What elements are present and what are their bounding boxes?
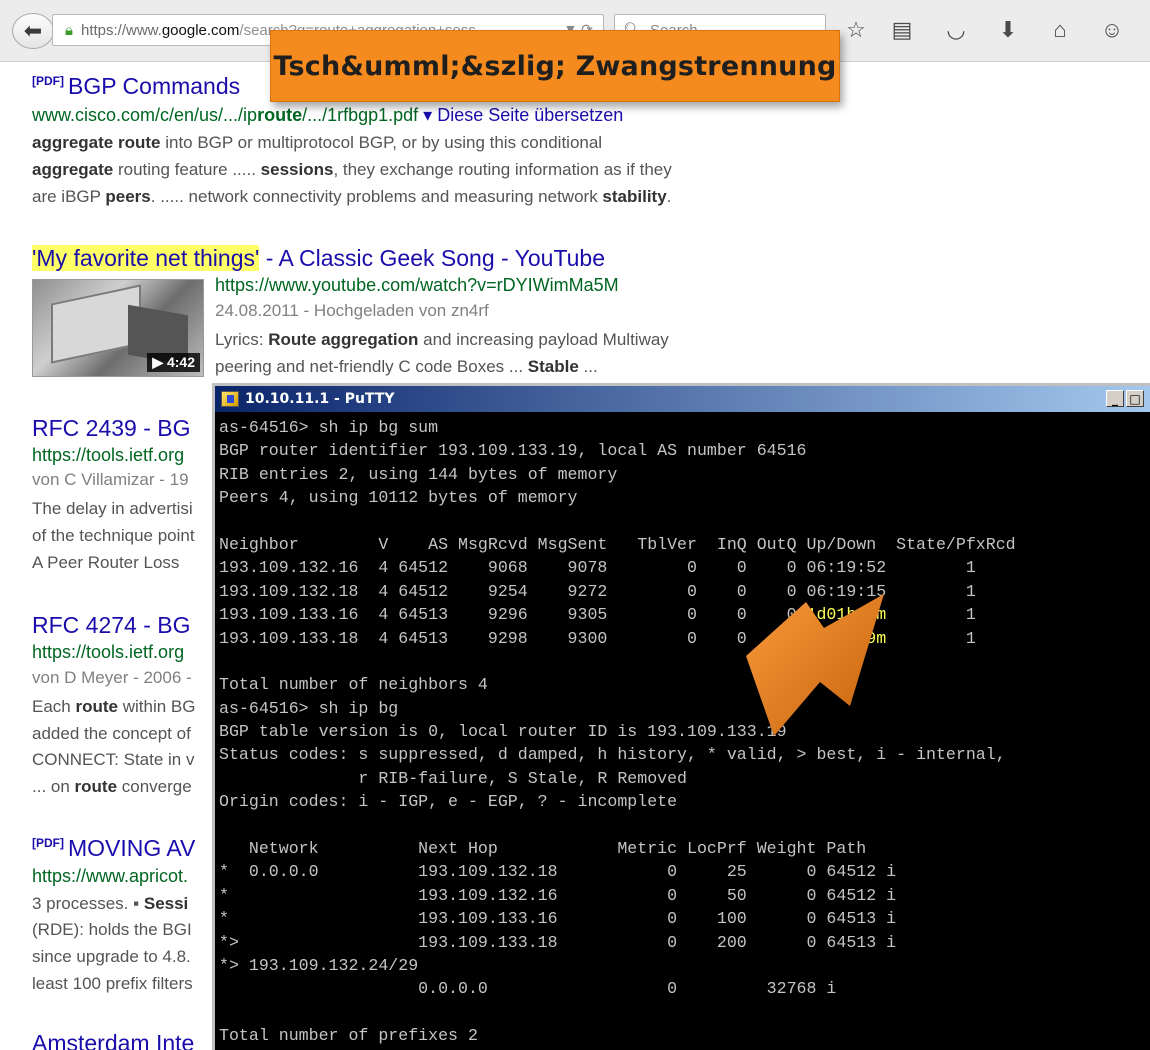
result-title-rfc4274[interactable]: RFC 4274 - BG bbox=[32, 612, 191, 639]
download-icon[interactable]: ⬇ bbox=[994, 16, 1022, 44]
result-snippet: are iBGP peers. ..... network connectivi… bbox=[32, 187, 672, 206]
orange-arrow-icon bbox=[746, 594, 884, 736]
lock-icon: 🔒︎ bbox=[65, 21, 73, 39]
terminal-line: Total number of prefixes 2 bbox=[219, 1026, 478, 1046]
result-title-moving[interactable]: [PDF] MOVING AV bbox=[32, 835, 195, 862]
putty-title-text: 10.10.11.1 - PuTTY bbox=[245, 391, 395, 407]
putty-titlebar[interactable]: 10.10.11.1 - PuTTY _ □ bbox=[215, 386, 1150, 412]
result-snippet: since upgrade to 4.8. bbox=[32, 947, 191, 966]
result-snippet: least 100 prefix filters bbox=[32, 974, 193, 993]
video-thumbnail[interactable]: ▶ 4:42 bbox=[32, 279, 204, 377]
terminal-line: Total number of neighbors 4 bbox=[219, 675, 488, 695]
terminal-line: as-64516> sh ip bg sum bbox=[219, 418, 439, 437]
result-snippet: ... on route converge bbox=[32, 777, 192, 796]
result-snippet: Each route within BG bbox=[32, 697, 196, 716]
result-snippet: aggregate routing feature ..... sessions… bbox=[32, 160, 672, 179]
terminal-line: 193.109.132.16 4 64512 9068 9078 0 0 0 0… bbox=[219, 558, 976, 578]
terminal-line: *> 193.109.132.24/29 bbox=[219, 955, 419, 975]
terminal-line: Network Next Hop Metric LocPrf Weight Pa… bbox=[219, 839, 867, 859]
terminal-line: * 193.109.132.16 0 50 0 64512 i bbox=[219, 885, 897, 905]
result-snippet: peering and net-friendly C code Boxes ..… bbox=[215, 357, 598, 376]
result-snippet: of the technique point bbox=[32, 526, 195, 545]
back-button[interactable]: ⬅ bbox=[12, 13, 54, 49]
terminal-line: *> 193.109.133.18 0 200 0 64513 i bbox=[219, 932, 897, 952]
result-snippet: (RDE): holds the BGI bbox=[32, 920, 192, 939]
result-meta: von D Meyer - 2006 - bbox=[32, 668, 192, 687]
bookmark-star-icon[interactable]: ☆ bbox=[842, 16, 870, 44]
home-icon[interactable]: ⌂ bbox=[1046, 16, 1074, 44]
result-title-amsterdam[interactable]: Amsterdam Inte bbox=[32, 1030, 194, 1050]
maximize-button[interactable]: □ bbox=[1126, 390, 1144, 407]
result-snippet: The delay in advertisi bbox=[32, 499, 193, 518]
result-snippet: CONNECT: State in v bbox=[32, 750, 195, 769]
url-domain: google.com bbox=[161, 21, 240, 39]
terminal-line: 193.109.133.16 4 64513 9296 9305 0 0 0 1… bbox=[219, 605, 976, 625]
terminal-line: 0.0.0.0 0 32768 i bbox=[219, 979, 837, 999]
result-url[interactable]: www.cisco.com/c/en/us/.../iproute/.../1r… bbox=[32, 105, 623, 126]
result-title-bgp-commands[interactable]: [PDF] BGP Commands bbox=[32, 73, 240, 100]
reading-list-icon[interactable]: ▤ bbox=[888, 16, 916, 44]
terminal-line: Origin codes: i - IGP, e - EGP, ? - inco… bbox=[219, 792, 678, 812]
terminal-line: 193.109.132.18 4 64512 9254 9272 0 0 0 0… bbox=[219, 581, 976, 601]
back-arrow-icon: ⬅ bbox=[23, 18, 43, 43]
terminal-line: BGP router identifier 193.109.133.19, lo… bbox=[219, 441, 807, 461]
result-snippet: added the concept of bbox=[32, 724, 191, 743]
video-duration: ▶ 4:42 bbox=[147, 353, 200, 372]
terminal-line: as-64516> sh ip bg bbox=[219, 698, 399, 718]
terminal-line: RIB entries 2, using 144 bytes of memory bbox=[219, 464, 618, 484]
result-snippet: aggregate route into BGP or multiprotoco… bbox=[32, 133, 603, 152]
result-title-rfc2439[interactable]: RFC 2439 - BG bbox=[32, 415, 191, 442]
result-url[interactable]: https://tools.ietf.org bbox=[32, 642, 184, 663]
terminal-line: BGP table version is 0, local router ID … bbox=[219, 722, 787, 742]
result-meta: von C Villamizar - 19 bbox=[32, 470, 189, 489]
result-snippet: Lyrics: Route aggregation and increasing… bbox=[215, 330, 669, 349]
terminal-line: * 0.0.0.0 193.109.132.18 0 25 0 64512 i bbox=[219, 862, 897, 882]
translate-link[interactable]: ▾ Diese Seite übersetzen bbox=[423, 105, 623, 125]
result-snippet: 3 processes. ▪ Sessi bbox=[32, 894, 189, 913]
caption-banner: Tsch&umml;&szlig; Zwangstrennung bbox=[270, 30, 840, 102]
chat-icon[interactable]: ☺ bbox=[1098, 16, 1126, 44]
minimize-button[interactable]: _ bbox=[1106, 390, 1124, 407]
terminal-line: 193.109.133.18 4 64513 9298 9300 0 0 0 1… bbox=[219, 628, 976, 648]
terminal-line: r RIB-failure, S Stale, R Removed bbox=[219, 768, 688, 788]
putty-window[interactable]: 10.10.11.1 - PuTTY _ □ as-64516> sh ip b… bbox=[212, 383, 1150, 1050]
pocket-icon[interactable]: ◡ bbox=[942, 16, 970, 44]
terminal-line: Status codes: s suppressed, d damped, h … bbox=[219, 745, 1006, 765]
terminal-line: Peers 4, using 10112 bytes of memory bbox=[219, 488, 578, 508]
terminal-output[interactable]: as-64516> sh ip bg sum BGP router identif… bbox=[215, 412, 1150, 1050]
terminal-line: Neighbor V AS MsgRcvd MsgSent TblVer InQ… bbox=[219, 534, 1016, 554]
result-url[interactable]: https://tools.ietf.org bbox=[32, 445, 184, 466]
result-snippet: A Peer Router Loss bbox=[32, 553, 180, 572]
result-url[interactable]: https://www.apricot. bbox=[32, 866, 188, 887]
terminal-line: * 193.109.133.16 0 100 0 64513 i bbox=[219, 909, 897, 929]
putty-app-icon bbox=[221, 391, 239, 407]
result-title-youtube[interactable]: 'My favorite net things' - A Classic Gee… bbox=[32, 245, 605, 272]
result-meta: 24.08.2011 - Hochgeladen von zn4rf bbox=[215, 301, 489, 320]
url-prefix: https://www. bbox=[80, 21, 162, 39]
result-url[interactable]: https://www.youtube.com/watch?v=rDYIWimM… bbox=[215, 275, 619, 296]
